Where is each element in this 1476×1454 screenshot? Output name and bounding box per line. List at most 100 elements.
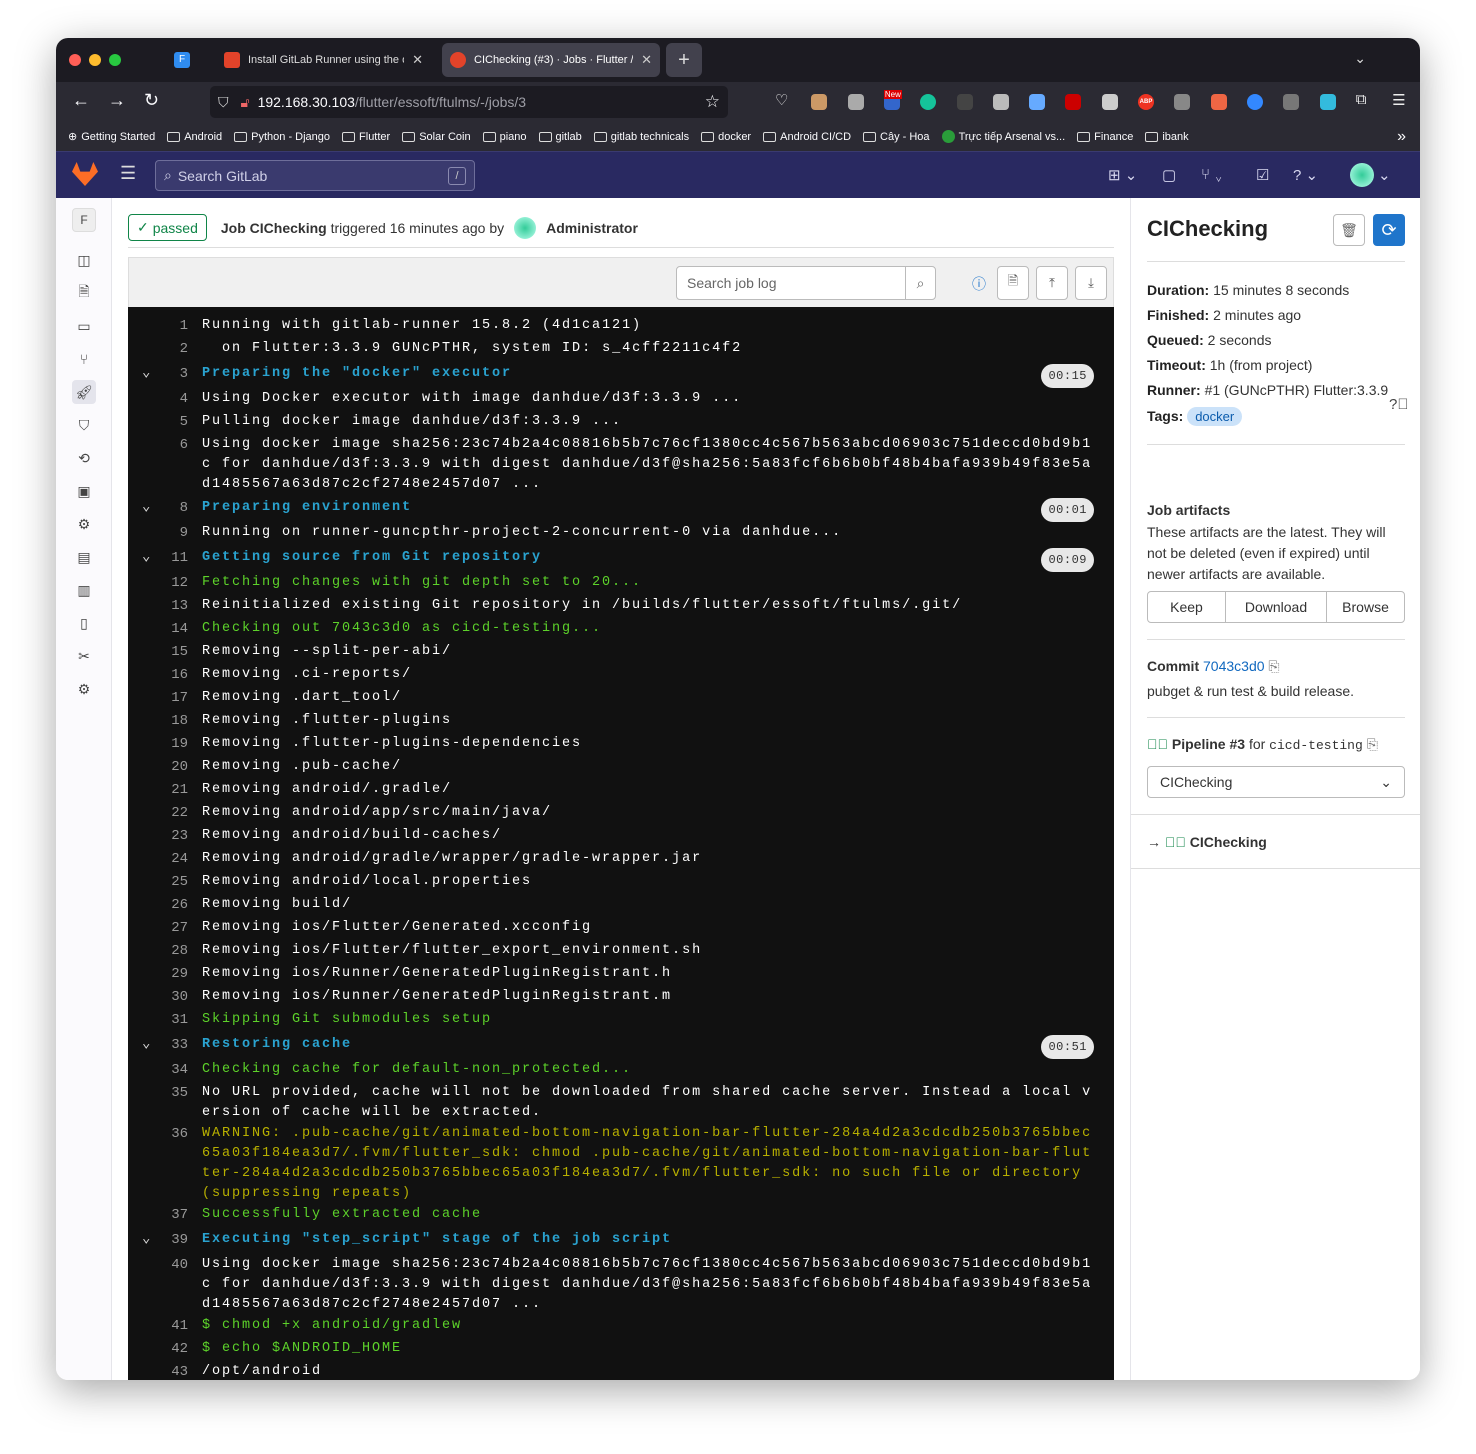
bookmark-item[interactable]: Solar Coin [402,131,471,143]
log-line[interactable]: ⌄ 33 Restoring cache 00:51 [128,1032,1114,1059]
line-number[interactable]: 11 [128,548,188,572]
forward-icon[interactable]: → [108,90,126,111]
line-number[interactable]: 35 [128,1083,188,1123]
packages-icon[interactable]: ▣ [72,479,96,503]
line-number[interactable]: 2 [128,339,188,361]
log-line[interactable]: ⌄ 8 Preparing environment 00:01 [128,495,1114,522]
bookmark-item[interactable]: Flutter [342,131,390,143]
create-new-icon[interactable]: ⊞ ⌄ [1108,166,1137,184]
gitlab-logo[interactable] [72,162,98,186]
bookmark-item[interactable]: piano [482,131,527,143]
line-number[interactable]: 4 [128,389,188,411]
line-number[interactable]: 25 [128,872,188,894]
keep-button[interactable]: Keep [1148,592,1226,622]
merge-requests-icon[interactable]: ⑂ ⌄ [1201,166,1223,183]
collapse-section-icon[interactable]: ⌄ [142,1229,150,1249]
log-line[interactable]: ⌄ 39 Executing "step_script" stage of the … [128,1227,1114,1254]
line-number[interactable]: 22 [128,803,188,825]
retry-job-button[interactable]: ⟳ [1373,214,1405,246]
line-number[interactable]: 20 [128,757,188,779]
download-button[interactable]: Download [1226,592,1328,622]
stage-dropdown[interactable]: CIChecking ⌄ [1147,766,1405,798]
monitor-icon[interactable]: ▤ [72,545,96,569]
infrastructure-icon[interactable]: ⚙ [72,512,96,536]
issues-icon[interactable]: ▭ [72,314,96,338]
link-icon[interactable] [1283,94,1300,110]
help-icon[interactable]: ⓘ [972,274,986,294]
erase-job-button[interactable]: 🗑︎ [1333,214,1365,246]
new-tab-button[interactable]: + [666,43,702,77]
line-number[interactable]: 18 [128,711,188,733]
search-icon[interactable]: ⌕ [905,267,935,299]
security-icon[interactable]: ⛉ [72,413,96,437]
line-number[interactable]: 27 [128,918,188,940]
line-number[interactable]: 1 [128,316,188,338]
user-menu-chevron-icon[interactable]: ⌄ [1378,166,1391,184]
show-raw-button[interactable]: 🗎︎ [997,266,1029,300]
job-link[interactable]: CIChecking [1190,834,1267,850]
tab-list-chevron-icon[interactable]: ⌄ [1354,50,1366,67]
bookmark-item[interactable]: Android [167,131,222,143]
line-number[interactable]: 29 [128,964,188,986]
maximize-window-button[interactable] [109,54,121,66]
contact-icon[interactable] [1210,94,1227,110]
dots-icon[interactable] [1174,94,1191,110]
bookmark-item[interactable]: ⊕ Getting Started [68,130,155,144]
issues-icon[interactable]: ▢ [1162,166,1176,184]
copy-icon[interactable]: ⎘ [1367,736,1378,752]
commit-link[interactable]: 7043c3d0 [1203,658,1265,674]
user-avatar[interactable] [514,216,537,239]
bookmark-item[interactable]: gitlab technicals [593,131,689,143]
puzzle-icon[interactable]: ⧉ [1356,91,1372,108]
grammarly-icon[interactable] [920,94,937,110]
adblock-icon[interactable]: ABP [1138,94,1154,110]
pocket-icon[interactable]: ♡ [775,91,791,109]
line-number[interactable]: 41 [128,1316,188,1338]
repository-icon[interactable]: 🗎︎ [72,281,96,305]
project-info-icon[interactable]: ◫ [72,248,96,272]
scroll-top-button[interactable]: ⤒ [1036,266,1068,300]
close-tab-icon[interactable]: ✕ [412,52,423,68]
line-number[interactable]: 15 [128,642,188,664]
line-number[interactable]: 31 [128,1010,188,1032]
line-number[interactable]: 6 [128,435,188,495]
line-number[interactable]: 13 [128,596,188,618]
deployments-icon[interactable]: ⟲ [72,446,96,470]
bookmark-item[interactable]: Trực tiếp Arsenal vs... [941,130,1065,143]
line-number[interactable]: 24 [128,849,188,871]
bookmarks-overflow-icon[interactable]: » [1397,128,1406,146]
bookmark-item[interactable]: Cây - Hoa [863,131,930,143]
line-number[interactable]: 43 [128,1362,188,1380]
snippets-icon[interactable]: ✂ [72,644,96,668]
gear-icon[interactable] [847,94,864,110]
close-tab-icon[interactable]: ✕ [641,52,652,68]
line-number[interactable]: 8 [128,498,188,522]
magic-icon[interactable] [1065,94,1082,110]
menu-icon[interactable]: ☰ [1392,91,1408,109]
line-number[interactable]: 28 [128,941,188,963]
line-number[interactable]: 16 [128,665,188,687]
url-bar[interactable]: ⛉ 🔓︎ 192.168.30.103/flutter/essoft/ftulm… [210,86,728,118]
search-job-log-input[interactable]: Search job log ⌕ [676,266,936,300]
extension-ninja-icon[interactable] [811,94,828,110]
bookmark-item[interactable]: gitlab [538,131,582,143]
news-icon[interactable]: New [883,90,902,110]
line-number[interactable]: 5 [128,412,188,434]
tab-cichecking[interactable]: CIChecking (#3) · Jobs · Flutter / ✕ [442,43,660,77]
tab-pinned[interactable]: F [166,43,200,77]
collapse-section-icon[interactable]: ⌄ [142,497,150,517]
browse-button[interactable]: Browse [1327,592,1404,622]
line-number[interactable]: 23 [128,826,188,848]
line-number[interactable]: 37 [128,1205,188,1227]
line-number[interactable]: 39 [128,1230,188,1254]
bookmark-item[interactable]: Finance [1077,131,1133,143]
user-avatar[interactable] [1350,163,1374,187]
line-number[interactable]: 34 [128,1060,188,1082]
line-number[interactable]: 19 [128,734,188,756]
project-avatar[interactable]: F [72,208,96,232]
analytics-icon[interactable]: ▥ [72,578,96,602]
pen-icon[interactable] [1029,94,1046,110]
help-icon[interactable]: ? ⌄ [1293,166,1318,184]
bookmark-item[interactable]: Android CI/CD [763,131,851,143]
pipeline-link[interactable]: Pipeline #3 [1172,736,1245,752]
